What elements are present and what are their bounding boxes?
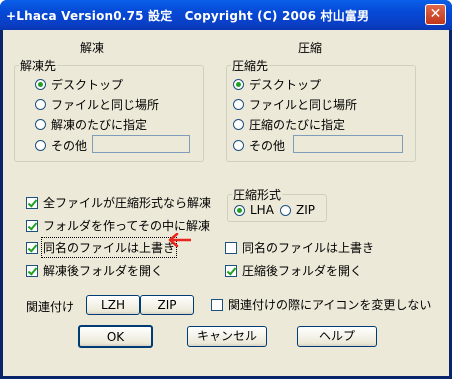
radio-icon — [233, 140, 244, 151]
checkbox-label: 解凍後フォルダを開く — [43, 264, 164, 278]
extract-dest-same-place-radio[interactable]: ファイルと同じ場所 — [35, 96, 159, 113]
extract-dest-label: 解凍先 — [19, 57, 58, 74]
extract-if-archive-checkbox[interactable]: 全ファイルが圧縮形式なら解凍 — [26, 194, 211, 211]
radio-label: デスクトップ — [249, 78, 322, 92]
checkbox-label: 圧縮後フォルダを開く — [242, 264, 363, 278]
compress-dest-other-radio[interactable]: その他 — [233, 137, 285, 154]
extract-other-path-field[interactable] — [92, 135, 190, 153]
radio-label: ファイルと同じ場所 — [249, 98, 358, 112]
radio-icon — [233, 99, 244, 110]
compress-dest-label: 圧縮先 — [231, 57, 270, 74]
settings-window: +Lhaca Version0.75 設定 Copyright (C) 2006… — [0, 0, 452, 379]
radio-selected-icon — [35, 79, 46, 90]
radio-label: 圧縮のたびに指定 — [249, 118, 346, 132]
associate-zip-button[interactable]: ZIP — [140, 295, 194, 315]
radio-label: デスクトップ — [51, 78, 124, 92]
checkbox-label: 同名のファイルは上書き — [242, 241, 375, 255]
extract-section-title: 解凍 — [80, 41, 105, 55]
association-label: 関連付け — [26, 300, 75, 314]
left-arrow-icon — [168, 233, 191, 247]
radio-label: LHA — [250, 203, 274, 217]
checkbox-label: 同名のファイルは上書き — [40, 237, 178, 258]
title-bar[interactable]: +Lhaca Version0.75 設定 Copyright (C) 2006… — [0, 0, 452, 30]
checkbox-checked-icon — [26, 196, 38, 209]
dialog-body: 解凍 圧縮 解凍先 デスクトップ ファイルと同じ場所 解凍のたびに指定 その他 … — [3, 30, 449, 376]
radio-icon — [35, 140, 46, 151]
checkbox-checked-icon — [26, 219, 38, 232]
checkbox-checked-icon — [225, 264, 237, 277]
compress-section-title: 圧縮 — [298, 41, 323, 55]
compress-overwrite-checkbox[interactable]: 同名のファイルは上書き — [225, 239, 374, 256]
checkbox-label: 全ファイルが圧縮形式なら解凍 — [43, 196, 212, 210]
extract-dest-other-radio[interactable]: その他 — [35, 137, 87, 154]
ok-button[interactable]: OK — [78, 325, 153, 348]
compress-dest-ask-radio[interactable]: 圧縮のたびに指定 — [233, 116, 345, 133]
radio-icon — [233, 119, 244, 130]
extract-make-folder-checkbox[interactable]: フォルダを作ってその中に解凍 — [26, 217, 210, 234]
format-lha-radio[interactable]: LHA — [234, 203, 274, 217]
radio-icon — [35, 99, 46, 110]
compress-open-folder-checkbox[interactable]: 圧縮後フォルダを開く — [225, 262, 362, 279]
associate-lzh-button[interactable]: LZH — [86, 295, 140, 315]
no-icon-change-checkbox[interactable]: 関連付けの際にアイコンを変更しない — [211, 296, 431, 313]
extract-overwrite-checkbox[interactable]: 同名のファイルは上書き — [26, 237, 178, 258]
cancel-button[interactable]: キャンセル — [187, 326, 267, 347]
radio-icon — [35, 119, 46, 130]
radio-selected-icon — [234, 204, 245, 216]
radio-icon — [280, 204, 291, 216]
compress-dest-desktop-radio[interactable]: デスクトップ — [233, 76, 321, 93]
help-button[interactable]: ヘルプ — [297, 326, 377, 347]
radio-label: ファイルと同じ場所 — [51, 98, 160, 112]
compress-dest-same-place-radio[interactable]: ファイルと同じ場所 — [233, 96, 357, 113]
radio-label: その他 — [249, 139, 286, 153]
checkbox-icon — [211, 298, 223, 311]
radio-label: ZIP — [296, 203, 315, 217]
extract-dest-ask-radio[interactable]: 解凍のたびに指定 — [35, 116, 147, 133]
extract-open-folder-checkbox[interactable]: 解凍後フォルダを開く — [26, 262, 163, 279]
checkbox-label: 関連付けの際にアイコンを変更しない — [228, 298, 432, 312]
window-title: +Lhaca Version0.75 設定 Copyright (C) 2006… — [6, 9, 370, 23]
close-button[interactable]: ✕ — [425, 4, 446, 25]
radio-label: その他 — [51, 139, 88, 153]
compress-other-path-field[interactable] — [293, 135, 403, 153]
radio-selected-icon — [233, 79, 244, 90]
checkbox-checked-icon — [26, 241, 38, 254]
extract-dest-desktop-radio[interactable]: デスクトップ — [35, 76, 123, 93]
radio-label: 解凍のたびに指定 — [51, 118, 148, 132]
compress-format-label: 圧縮形式 — [232, 186, 283, 203]
checkbox-checked-icon — [26, 264, 38, 277]
checkbox-label: フォルダを作ってその中に解凍 — [43, 219, 211, 233]
checkbox-icon — [225, 241, 237, 254]
format-zip-radio[interactable]: ZIP — [280, 203, 315, 217]
